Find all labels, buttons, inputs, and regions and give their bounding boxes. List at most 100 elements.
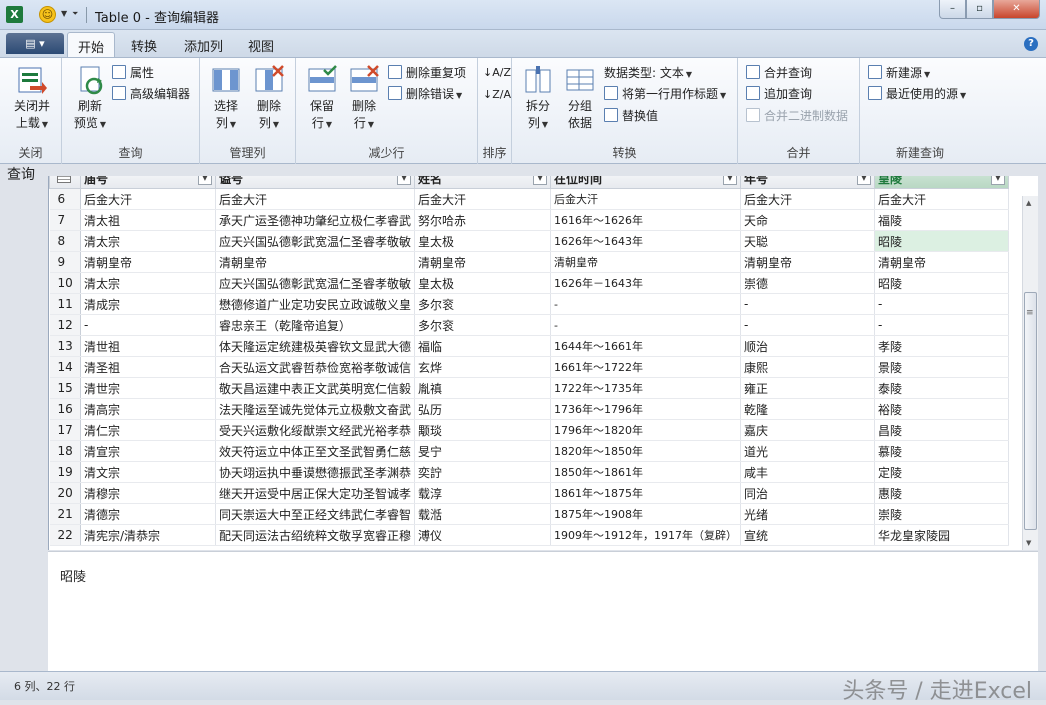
close-button[interactable]: ✕ xyxy=(993,0,1040,19)
table-menu-button[interactable] xyxy=(49,176,81,189)
table-cell[interactable]: 福临 xyxy=(414,335,552,357)
table-cell[interactable]: 1736年～1796年 xyxy=(550,398,741,420)
table-row[interactable]: 12- 睿忠亲王（乾隆帝追复） 多尔衮 - - - xyxy=(49,314,1009,336)
scroll-down-icon[interactable]: ▼ xyxy=(1026,539,1031,547)
table-cell[interactable]: 应天兴国弘德彰武宽温仁圣睿孝敬敏 xyxy=(215,272,416,294)
row-number[interactable]: 11 xyxy=(49,293,81,315)
vertical-scrollbar[interactable]: ▲ ≡ ▼ xyxy=(1022,196,1038,550)
table-cell[interactable]: 配天同运法古绍统粹文敬孚宽睿正穆 xyxy=(215,524,416,546)
table-cell[interactable]: 同治 xyxy=(740,482,875,504)
table-cell[interactable]: 颙琰 xyxy=(414,419,552,441)
sort-descending-button[interactable]: ↓Z/A xyxy=(483,86,511,104)
properties-button[interactable]: 属性 xyxy=(112,64,154,82)
row-number[interactable]: 21 xyxy=(49,503,81,525)
table-row[interactable]: 10 清太宗 应天兴国弘德彰武宽温仁圣睿孝敬敏 皇太极 1626年－1643年 崇德 昭陵 xyxy=(49,272,1009,294)
replace-values-button[interactable]: 替换值 xyxy=(604,107,658,125)
table-cell[interactable]: 咸丰 xyxy=(740,461,875,483)
table-cell[interactable]: 胤禛 xyxy=(414,377,552,399)
recent-sources-button[interactable]: 最近使用的源 ▼ xyxy=(868,85,966,103)
row-number[interactable]: 15 xyxy=(49,377,81,399)
row-number[interactable]: 20 xyxy=(49,482,81,504)
table-cell[interactable]: 崇德 xyxy=(740,272,875,294)
table-cell[interactable]: 惠陵 xyxy=(874,482,1009,504)
sort-ascending-button[interactable]: ↓A/Z xyxy=(483,64,511,82)
table-row[interactable]: 19 清文宗 协天翊运执中垂谟懋德振武圣孝渊恭 奕詝 1850年～1861年 咸丰 定陵 xyxy=(49,461,1009,483)
table-cell[interactable]: 清高宗 xyxy=(80,398,216,420)
table-cell[interactable]: 1644年～1661年 xyxy=(550,335,741,357)
table-cell[interactable]: 清穆宗 xyxy=(80,482,216,504)
merge-queries-button[interactable]: 合并查询 xyxy=(746,64,812,82)
table-row[interactable]: 14 清圣祖 合天弘运文武睿哲恭俭宽裕孝敬诚信 玄烨 1661年～1722年 康熙 景陵 xyxy=(49,356,1009,378)
table-cell[interactable]: 乾隆 xyxy=(740,398,875,420)
table-row[interactable]: 22 清宪宗/清恭宗 配天同运法古绍统粹文敬孚宽睿正穆 溥仪 1909年～1912年，1… xyxy=(49,524,1009,546)
tab-home[interactable]: 开始 xyxy=(67,32,116,58)
table-cell[interactable]: 清朝皇帝 xyxy=(414,251,552,273)
table-cell[interactable]: 嘉庆 xyxy=(740,419,875,441)
table-cell[interactable]: 体天隆运定统建极英睿钦文显武大德 xyxy=(215,335,416,357)
table-cell[interactable]: 后金大汗 xyxy=(215,188,416,210)
table-cell[interactable]: 宣统 xyxy=(740,524,875,546)
table-cell[interactable]: 懋德修道广业定功安民立政诚敬义皇 xyxy=(215,293,416,315)
table-cell[interactable]: 华龙皇家陵园 xyxy=(874,524,1009,546)
table-cell[interactable]: 清太宗 xyxy=(80,272,216,294)
table-cell[interactable]: 清朝皇帝 xyxy=(740,251,875,273)
table-cell[interactable]: 1875年～1908年 xyxy=(550,503,741,525)
filter-dropdown-icon[interactable]: ▼ xyxy=(857,176,871,185)
table-cell[interactable]: 旻宁 xyxy=(414,440,552,462)
table-cell[interactable]: 昭陵 xyxy=(874,230,1009,252)
table-cell[interactable]: 清世祖 xyxy=(80,335,216,357)
filter-dropdown-icon[interactable]: ▼ xyxy=(991,176,1005,185)
row-number[interactable]: 8 xyxy=(49,230,81,252)
table-cell[interactable]: 光绪 xyxy=(740,503,875,525)
table-cell[interactable]: 福陵 xyxy=(874,209,1009,231)
row-number[interactable]: 18 xyxy=(49,440,81,462)
table-cell[interactable]: 敬天昌运建中表正文武英明宽仁信毅 xyxy=(215,377,416,399)
table-cell[interactable]: 弘历 xyxy=(414,398,552,420)
split-column-button[interactable]: 拆分 列 ▼ xyxy=(518,64,558,133)
advanced-editor-button[interactable]: 高级编辑器 xyxy=(112,85,190,103)
refresh-preview-button[interactable]: 刷新 预览 ▼ xyxy=(68,64,112,133)
table-cell[interactable]: 清朝皇帝 xyxy=(215,251,416,273)
table-cell[interactable]: 应天兴国弘德彰武宽温仁圣睿孝敬敏 xyxy=(215,230,416,252)
row-number[interactable]: 14 xyxy=(49,356,81,378)
table-cell[interactable]: - xyxy=(80,314,216,336)
table-cell[interactable]: 后金大汗 xyxy=(550,188,741,210)
column-header-reign[interactable]: 在位时间 ▼ xyxy=(550,176,741,189)
row-number[interactable]: 19 xyxy=(49,461,81,483)
table-cell[interactable]: 昌陵 xyxy=(874,419,1009,441)
tab-view[interactable]: 视图 xyxy=(248,36,274,55)
append-queries-button[interactable]: 追加查询 xyxy=(746,85,812,103)
row-number[interactable]: 17 xyxy=(49,419,81,441)
column-header-posthumous-name[interactable]: 谥号 ▼ xyxy=(214,176,416,189)
table-cell[interactable]: 清德宗 xyxy=(80,503,216,525)
help-icon[interactable]: ? xyxy=(1024,37,1038,51)
tab-add-column[interactable]: 添加列 xyxy=(184,36,223,55)
table-cell[interactable]: 法天隆运至诚先觉体元立极敷文奋武 xyxy=(215,398,416,420)
row-number[interactable]: 9 xyxy=(49,251,81,273)
smiley-feedback-icon[interactable]: ☺ xyxy=(39,6,56,23)
remove-errors-button[interactable]: 删除错误 ▼ xyxy=(388,85,462,103)
table-cell[interactable]: 清成宗 xyxy=(80,293,216,315)
table-row[interactable]: 11 清成宗 懋德修道广业定功安民立政诚敬义皇 多尔衮 - - - xyxy=(49,293,1009,315)
filter-dropdown-icon[interactable]: ▼ xyxy=(198,176,212,185)
table-cell[interactable]: 景陵 xyxy=(874,356,1009,378)
group-by-button[interactable]: 分组 依据 xyxy=(560,64,600,132)
scrollbar-thumb[interactable] xyxy=(1024,292,1037,530)
table-cell[interactable]: 载淳 xyxy=(414,482,552,504)
row-number[interactable]: 7 xyxy=(49,209,81,231)
row-number[interactable]: 22 xyxy=(49,524,81,546)
table-cell[interactable]: 多尔衮 xyxy=(414,314,552,336)
table-cell[interactable]: 多尔衮 xyxy=(414,293,552,315)
row-number[interactable]: 16 xyxy=(49,398,81,420)
table-cell[interactable]: 1909年～1912年，1917年（复辟） xyxy=(550,524,741,546)
table-cell[interactable]: - xyxy=(874,314,1009,336)
table-cell[interactable]: 定陵 xyxy=(874,461,1009,483)
column-header-name[interactable]: 姓名 ▼ xyxy=(414,176,552,189)
close-load-button[interactable]: 关闭并 上载 ▼ xyxy=(8,64,56,133)
table-row[interactable]: 9 清朝皇帝 清朝皇帝 清朝皇帝 清朝皇帝 清朝皇帝 清朝皇帝 xyxy=(49,251,1009,273)
table-cell[interactable]: - xyxy=(550,293,741,315)
remove-rows-button[interactable]: 删除 行 ▼ xyxy=(344,64,384,133)
table-cell[interactable]: 同天崇运大中至正经文纬武仁孝睿智 xyxy=(215,503,416,525)
remove-columns-button[interactable]: 删除 列 ▼ xyxy=(248,64,290,133)
choose-columns-button[interactable]: 选择 列 ▼ xyxy=(206,64,246,133)
